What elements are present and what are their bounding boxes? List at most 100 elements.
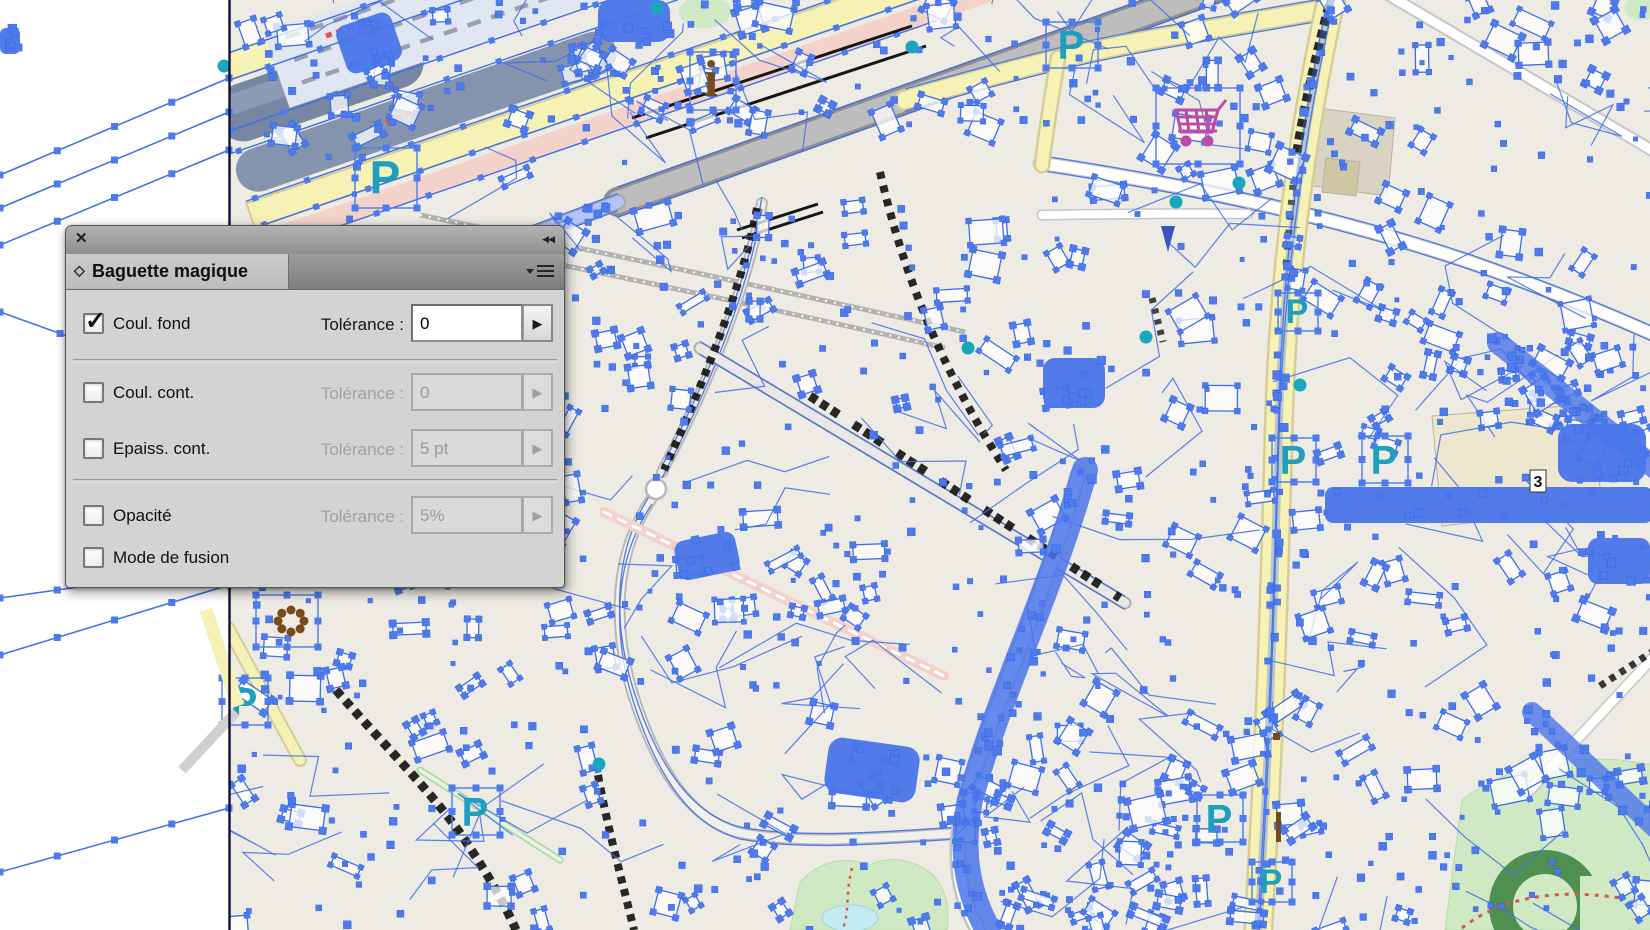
selection-handle[interactable]	[1275, 328, 1282, 335]
selection-handle[interactable]	[1043, 65, 1050, 72]
selection-handle[interactable]	[1269, 435, 1276, 442]
panel-menu-icon[interactable]	[526, 263, 556, 279]
poi-dot-icon	[593, 758, 606, 771]
selection-handle[interactable]	[414, 175, 421, 182]
fill-color-label: Coul. fond	[113, 314, 191, 334]
selection-handle[interactable]	[1249, 899, 1256, 906]
selection-handle[interactable]	[687, 107, 694, 114]
selection-handle[interactable]	[414, 205, 421, 212]
selection-handle[interactable]	[687, 49, 694, 56]
stroke-weight-checkbox[interactable]: ✓	[83, 438, 104, 459]
fill-tolerance-spinner[interactable]: ▶	[523, 304, 553, 342]
selection-handle[interactable]	[497, 832, 504, 839]
selection-handle[interactable]	[1240, 792, 1247, 799]
selection-handle[interactable]	[1359, 433, 1366, 440]
selection-handle[interactable]	[265, 675, 272, 682]
selection-handle[interactable]	[1313, 457, 1320, 464]
selection-handle[interactable]	[1195, 161, 1202, 168]
selection-handle[interactable]	[1095, 65, 1102, 72]
selection-handle[interactable]	[253, 644, 260, 651]
selection-handle[interactable]	[1194, 792, 1201, 799]
fill-color-checkbox[interactable]: ✓	[83, 313, 104, 334]
parking-icon: P	[1058, 23, 1085, 67]
selection-handle[interactable]	[284, 592, 291, 599]
selection-handle[interactable]	[1043, 42, 1050, 49]
panel-toggle-icon[interactable]: ◇	[74, 262, 85, 279]
selection-handle[interactable]	[253, 618, 260, 625]
selection-handle[interactable]	[449, 832, 456, 839]
parking-icon: P	[370, 152, 401, 204]
selection-handle[interactable]	[1315, 290, 1322, 297]
stroke-weight-tolerance-spinner: ▶	[523, 429, 553, 467]
selection-handle[interactable]	[1269, 479, 1276, 486]
market-icon	[286, 606, 295, 615]
stroke-color-label: Coul. cont.	[113, 383, 194, 403]
stroke-tolerance-label: Tolérance :	[246, 384, 404, 404]
selection-handle[interactable]	[449, 808, 456, 815]
selection-handle[interactable]	[733, 107, 740, 114]
selection-handle[interactable]	[284, 644, 291, 651]
selection-handle[interactable]	[383, 145, 390, 152]
selection-handle[interactable]	[497, 808, 504, 815]
selection-handle[interactable]	[1289, 899, 1296, 906]
selection-handle[interactable]	[1289, 879, 1296, 886]
selection-handle[interactable]	[1195, 85, 1202, 92]
selection-handle[interactable]	[1153, 161, 1160, 168]
selection-handle[interactable]	[1249, 859, 1256, 866]
selection-handle[interactable]	[352, 145, 359, 152]
selection-handle[interactable]	[733, 78, 740, 85]
selection-handle[interactable]	[1313, 479, 1320, 486]
selection-handle[interactable]	[219, 698, 226, 705]
selection-handle[interactable]	[315, 618, 322, 625]
tab-baguette-magique[interactable]: ◇ Baguette magique	[66, 254, 289, 289]
selection-handle[interactable]	[449, 785, 456, 792]
selection-handle[interactable]	[253, 592, 260, 599]
selection-handle[interactable]	[315, 592, 322, 599]
selection-handle[interactable]	[352, 205, 359, 212]
selection-handle[interactable]	[1240, 839, 1247, 846]
selection-handle[interactable]	[1237, 161, 1244, 168]
selection-handle[interactable]	[414, 145, 421, 152]
selection-handle[interactable]	[1405, 480, 1412, 487]
opacity-checkbox[interactable]: ✓	[83, 505, 104, 526]
selection-handle[interactable]	[1405, 456, 1412, 463]
selection-handle[interactable]	[265, 722, 272, 729]
collapse-panel-icon[interactable]: ◀◀	[542, 234, 554, 244]
row-stroke-weight: ✓ Epaiss. cont. Tolérance : 5 pt ▶	[66, 429, 564, 469]
selection-handle[interactable]	[497, 785, 504, 792]
selection-handle[interactable]	[1043, 19, 1050, 26]
poi-dot-icon	[1140, 331, 1153, 344]
selection-handle[interactable]	[352, 175, 359, 182]
selection-handle[interactable]	[315, 644, 322, 651]
selection-handle[interactable]	[1315, 328, 1322, 335]
selection-handle[interactable]	[1249, 879, 1256, 886]
selection-handle[interactable]	[1313, 435, 1320, 442]
selection-handle[interactable]	[1269, 457, 1276, 464]
selection-handle[interactable]	[1275, 290, 1282, 297]
selection-handle[interactable]	[1237, 123, 1244, 130]
selection-handle[interactable]	[1315, 309, 1322, 316]
selection-handle[interactable]	[1194, 839, 1201, 846]
blend-mode-checkbox[interactable]: ✓	[83, 547, 104, 568]
selection-handle[interactable]	[1237, 85, 1244, 92]
close-icon[interactable]: ✕	[75, 231, 88, 247]
selection-handle[interactable]	[383, 205, 390, 212]
panel-titlebar[interactable]: ✕ ◀◀	[66, 226, 564, 255]
selection-handle[interactable]	[1359, 480, 1366, 487]
selection-handle[interactable]	[1405, 433, 1412, 440]
selection-handle[interactable]	[1359, 456, 1366, 463]
selection-handle[interactable]	[1275, 309, 1282, 316]
selection-handle[interactable]	[1095, 42, 1102, 49]
selection-handle[interactable]	[265, 698, 272, 705]
selection-handle[interactable]	[1240, 815, 1247, 822]
selection-handle[interactable]	[1289, 859, 1296, 866]
selection-handle[interactable]	[687, 78, 694, 85]
fill-tolerance-input[interactable]: 0	[411, 304, 523, 342]
selection-handle[interactable]	[1194, 815, 1201, 822]
selection-handle[interactable]	[1153, 123, 1160, 130]
selection-handle[interactable]	[733, 49, 740, 56]
selection-handle[interactable]	[1153, 85, 1160, 92]
stroke-color-checkbox[interactable]: ✓	[83, 382, 104, 403]
separator	[73, 479, 557, 483]
selection-handle[interactable]	[1095, 19, 1102, 26]
